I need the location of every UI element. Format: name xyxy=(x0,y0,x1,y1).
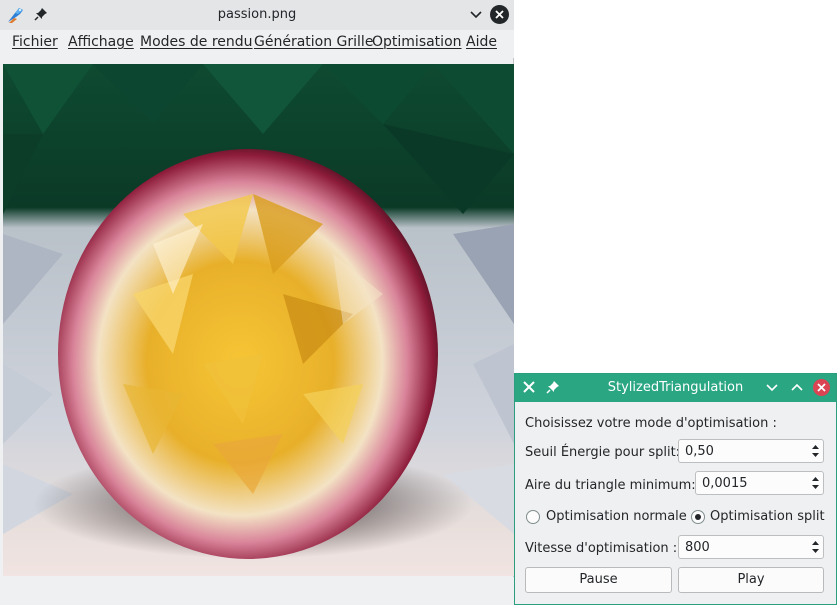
menu-fichier[interactable]: Fichier xyxy=(12,34,58,50)
chevron-down-icon[interactable] xyxy=(765,380,779,394)
optimisation-normale-label[interactable]: Optimisation normale xyxy=(546,509,687,524)
dialog-close-icon[interactable] xyxy=(813,379,830,396)
menu-modes-de-rendu[interactable]: Modes de rendu xyxy=(140,34,253,50)
play-button[interactable]: Play xyxy=(678,567,824,593)
dialog-titlebar[interactable]: StylizedTriangulation xyxy=(515,374,836,402)
chevron-up-icon[interactable] xyxy=(790,380,804,394)
menu-aide[interactable]: Aide xyxy=(466,34,497,50)
optimisation-split-label[interactable]: Optimisation split xyxy=(710,509,825,524)
triangulated-image xyxy=(3,64,514,576)
split-threshold-value: 0,50 xyxy=(685,444,714,459)
menu-optimisation[interactable]: Optimisation xyxy=(372,34,462,50)
menu-affichage[interactable]: Affichage xyxy=(68,34,134,50)
stylized-triangulation-dialog: StylizedTriangulation Choisissez votre m… xyxy=(514,373,837,605)
menubar: Fichier Affichage Modes de rendu Générat… xyxy=(0,30,514,58)
main-window: passion.png Fichier Affichage Modes de r… xyxy=(0,0,514,605)
speed-spinbox[interactable]: 800 xyxy=(678,535,824,559)
radio-optimisation-split[interactable] xyxy=(691,510,705,524)
statusbar xyxy=(0,577,514,605)
chevron-down-icon[interactable] xyxy=(468,6,484,22)
menu-generation-grille[interactable]: Génération Grille xyxy=(254,34,373,50)
split-threshold-spinbox[interactable]: 0,50 xyxy=(678,439,824,463)
pause-button[interactable]: Pause xyxy=(525,567,672,593)
speed-value: 800 xyxy=(685,540,710,555)
min-area-label: Aire du triangle minimum: xyxy=(525,478,696,493)
spin-arrows-icon[interactable] xyxy=(810,537,821,557)
optimisation-heading: Choisissez votre mode d'optimisation : xyxy=(525,416,777,431)
min-area-value: 0,0015 xyxy=(702,476,748,491)
close-icon[interactable] xyxy=(521,379,537,395)
triangulated-image-canvas[interactable] xyxy=(3,64,514,576)
main-titlebar[interactable]: passion.png xyxy=(0,0,514,30)
split-threshold-label: Seuil Énergie pour split: xyxy=(525,445,681,460)
radio-optimisation-normale[interactable] xyxy=(526,510,540,524)
close-icon[interactable] xyxy=(490,5,509,24)
speed-label: Vitesse d'optimisation : xyxy=(525,541,678,556)
pin-icon[interactable] xyxy=(546,380,560,397)
spin-arrows-icon[interactable] xyxy=(810,473,821,493)
dialog-title: StylizedTriangulation xyxy=(607,380,744,395)
window-title: passion.png xyxy=(217,7,297,22)
min-area-spinbox[interactable]: 0,0015 xyxy=(695,471,824,495)
spin-arrows-icon[interactable] xyxy=(810,441,821,461)
